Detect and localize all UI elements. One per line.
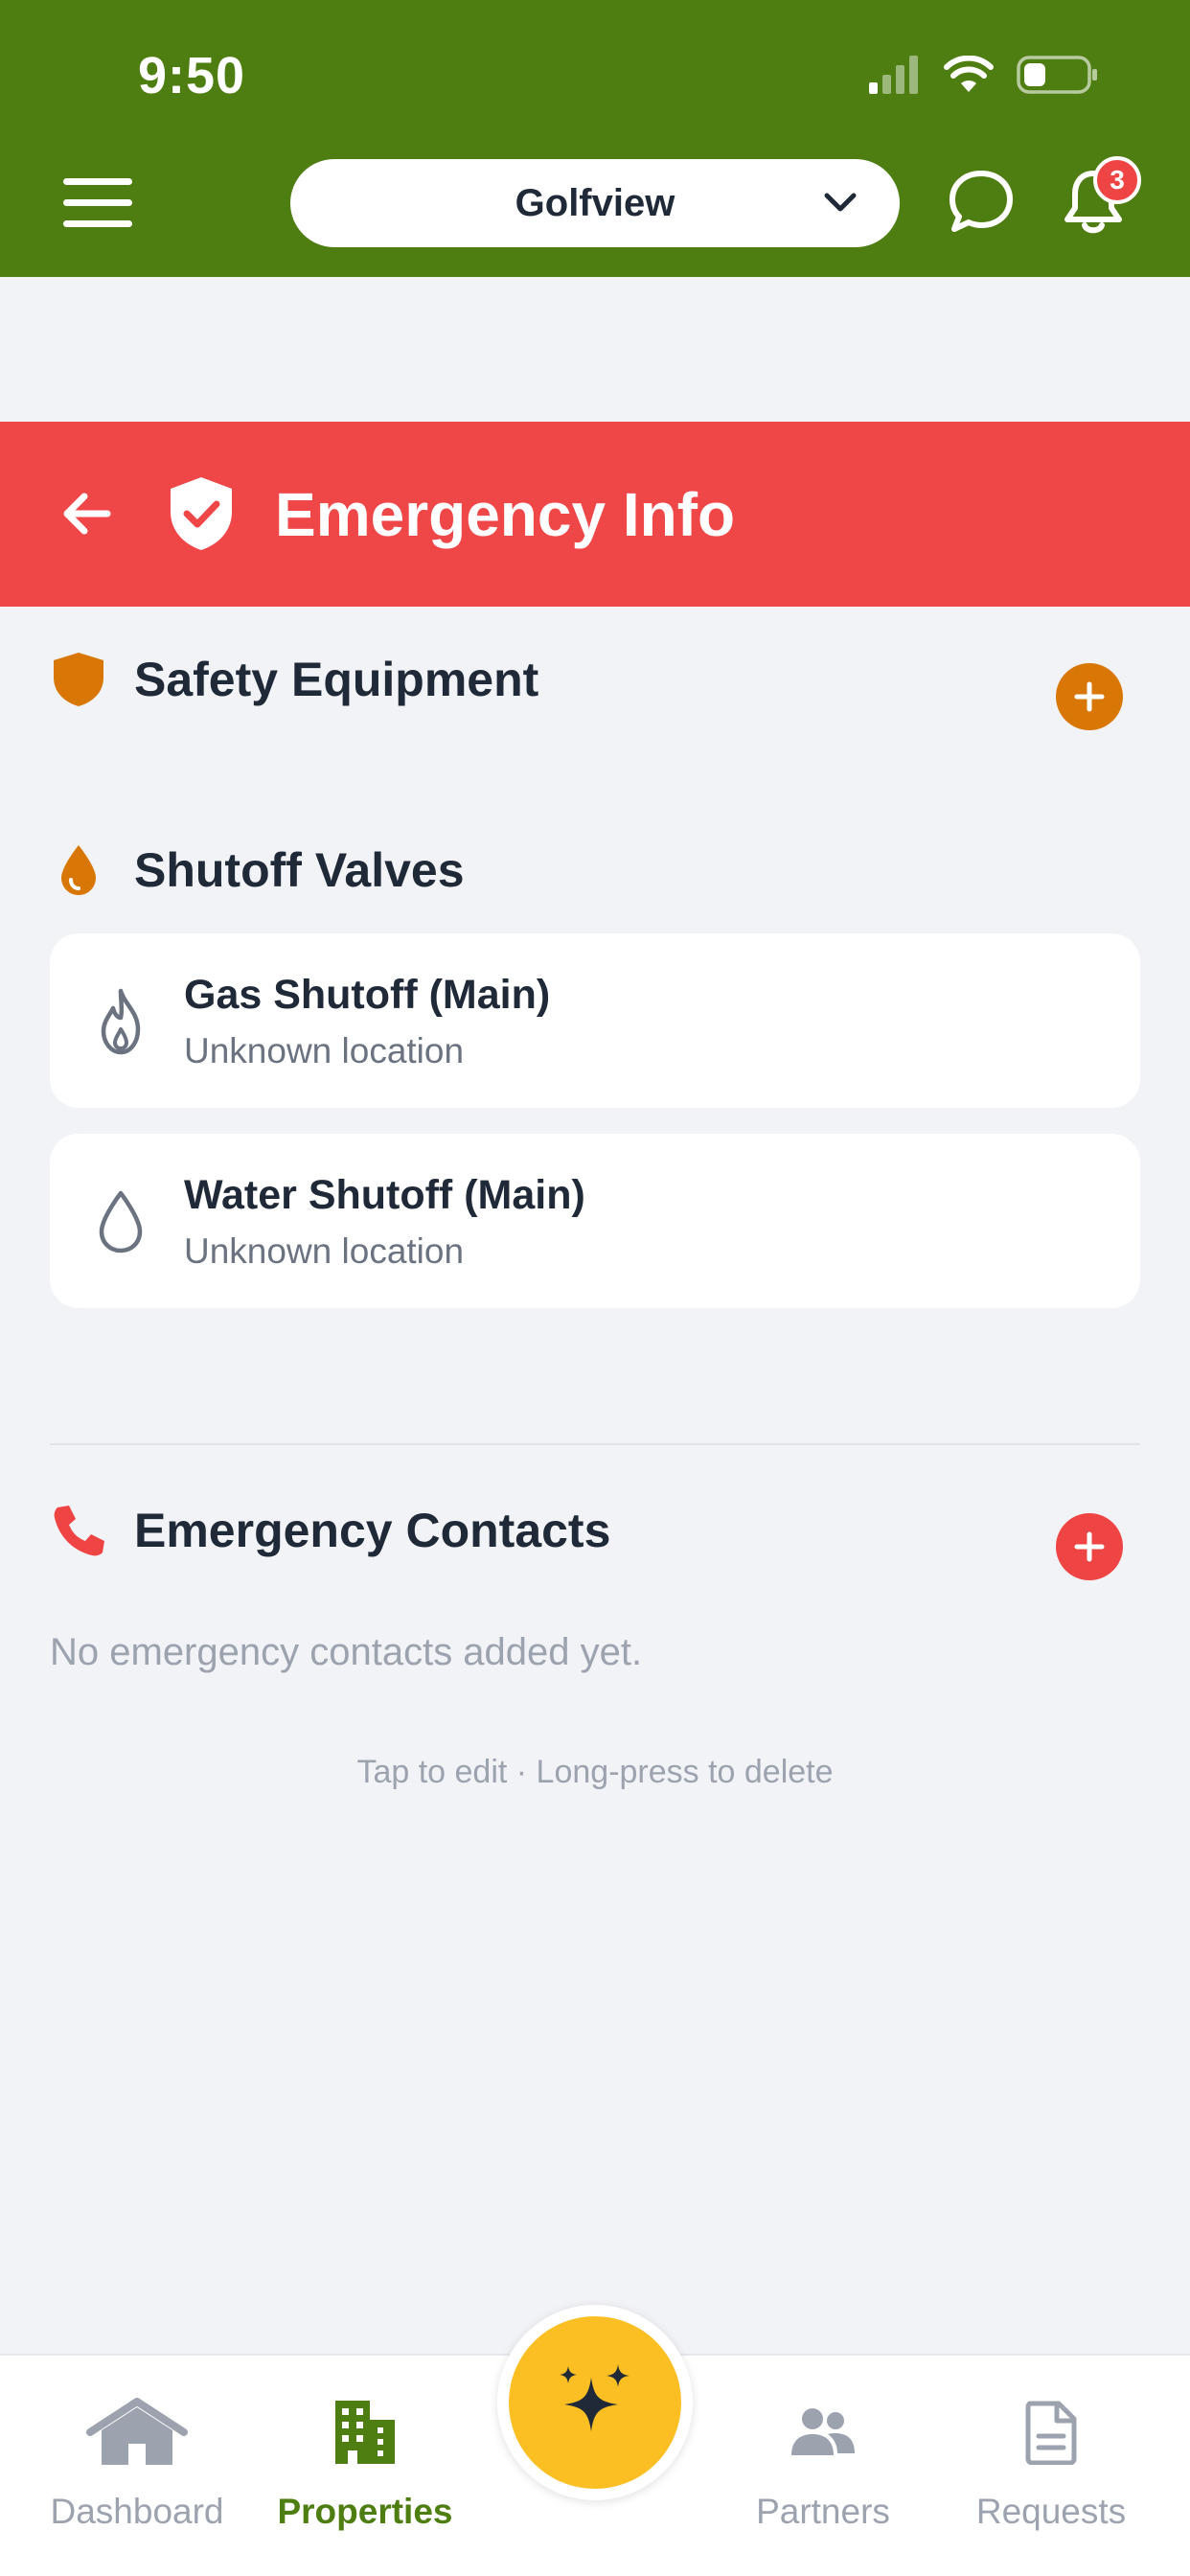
shutoff-title: Water Shutoff (Main) xyxy=(184,1172,585,1218)
notification-badge: 3 xyxy=(1093,156,1141,204)
flame-icon xyxy=(101,988,141,1055)
hamburger-icon xyxy=(63,178,132,185)
back-arrow-icon[interactable] xyxy=(57,485,115,542)
water-drop-icon xyxy=(99,1190,143,1254)
status-time: 9:50 xyxy=(138,47,246,104)
empty-contacts-text: No emergency contacts added yet. xyxy=(50,1631,643,1673)
cellular-signal-icon xyxy=(869,56,918,94)
sparkles-icon xyxy=(560,2364,629,2431)
shutoff-card-water[interactable]: Water Shutoff (Main) Unknown location xyxy=(50,1134,1140,1308)
nav-properties[interactable]: Properties xyxy=(240,2394,490,2532)
nav-requests[interactable]: Requests xyxy=(927,2394,1176,2532)
safety-equipment-header: Safety Equipment xyxy=(50,651,538,708)
shutoff-valves-title: Shutoff Valves xyxy=(134,843,465,897)
page-title: Emergency Info xyxy=(275,480,736,549)
add-safety-equipment-button[interactable] xyxy=(1056,663,1123,730)
shutoff-location: Unknown location xyxy=(184,1231,465,1271)
chevron-down-icon xyxy=(824,193,857,212)
section-divider xyxy=(50,1443,1140,1445)
water-drop-icon xyxy=(61,845,96,895)
nav-dashboard[interactable]: Dashboard xyxy=(12,2394,262,2532)
status-icons xyxy=(867,56,1099,94)
emergency-info-banner: Emergency Info xyxy=(0,422,1190,607)
emergency-contacts-title: Emergency Contacts xyxy=(134,1504,611,1557)
property-selector[interactable]: Golfview xyxy=(290,159,900,247)
chat-icon[interactable] xyxy=(947,168,1016,237)
emergency-contacts-header: Emergency Contacts xyxy=(50,1502,610,1559)
wifi-icon xyxy=(944,56,994,92)
nav-label: Dashboard xyxy=(50,2492,224,2531)
shutoff-card-gas[interactable]: Gas Shutoff (Main) Unknown location xyxy=(50,933,1140,1108)
plus-icon xyxy=(1074,1531,1105,1562)
add-emergency-contact-button[interactable] xyxy=(1056,1513,1123,1580)
nav-label: Properties xyxy=(277,2492,453,2531)
shutoff-valves-header: Shutoff Valves xyxy=(50,841,465,899)
app-header: 9:50 Golfview 3 xyxy=(0,0,1190,277)
nav-label: Requests xyxy=(975,2492,1127,2531)
plus-icon xyxy=(1074,681,1105,712)
users-icon xyxy=(791,2408,855,2455)
safety-equipment-title: Safety Equipment xyxy=(134,653,539,706)
shutoff-title: Gas Shutoff (Main) xyxy=(184,972,551,1018)
phone-icon xyxy=(54,1506,104,1556)
shield-check-icon xyxy=(171,477,232,550)
building-icon xyxy=(335,2401,395,2464)
home-icon xyxy=(86,2398,188,2465)
nav-partners[interactable]: Partners xyxy=(698,2394,948,2532)
battery-icon xyxy=(1017,56,1097,94)
shield-icon xyxy=(54,653,103,706)
menu-button[interactable] xyxy=(63,178,132,228)
ai-assistant-button[interactable] xyxy=(509,2316,681,2489)
document-icon xyxy=(1025,2401,1077,2465)
property-selector-value: Golfview xyxy=(515,181,675,224)
shutoff-location: Unknown location xyxy=(184,1031,465,1070)
nav-label: Partners xyxy=(756,2492,890,2531)
edit-hint: Tap to edit · Long-press to delete xyxy=(356,1754,834,1790)
